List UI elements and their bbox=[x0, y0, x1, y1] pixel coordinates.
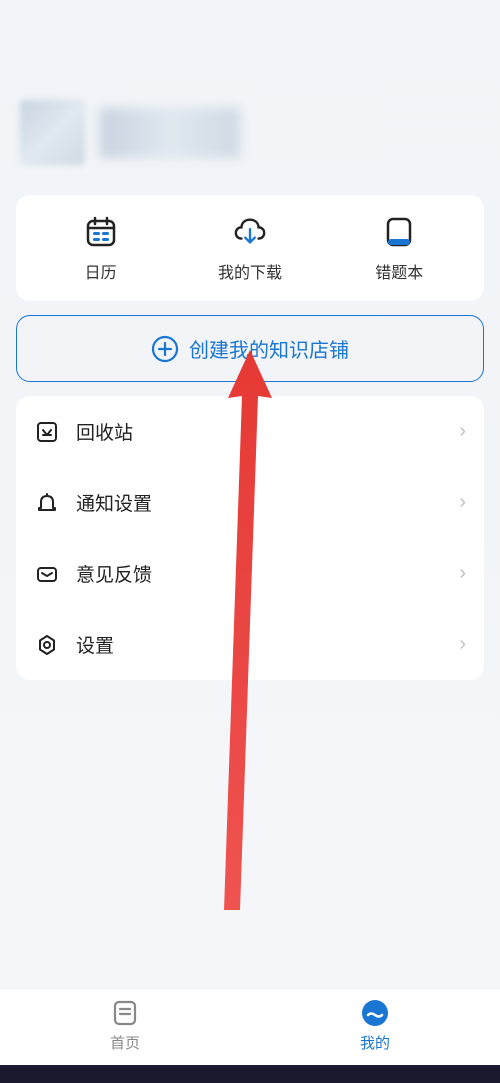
wrongbook-action[interactable]: 错题本 bbox=[349, 215, 449, 283]
feedback-item[interactable]: 意见反馈 › bbox=[16, 538, 484, 609]
recycle-label: 回收站 bbox=[76, 418, 443, 445]
notification-settings-item[interactable]: 通知设置 › bbox=[16, 467, 484, 538]
wrongbook-label: 错题本 bbox=[375, 259, 423, 283]
downloads-label: 我的下载 bbox=[218, 259, 282, 283]
recycle-icon bbox=[34, 419, 60, 445]
chevron-right-icon: › bbox=[459, 491, 466, 514]
feedback-label: 意见反馈 bbox=[76, 560, 443, 587]
user-name[interactable] bbox=[100, 108, 240, 158]
downloads-action[interactable]: 我的下载 bbox=[200, 215, 300, 283]
settings-item[interactable]: 设置 › bbox=[16, 609, 484, 680]
quick-actions-card: 日历 我的下载 错题本 bbox=[16, 195, 484, 301]
plus-circle-icon bbox=[151, 335, 179, 363]
gear-icon bbox=[34, 632, 60, 658]
calendar-icon bbox=[84, 215, 118, 249]
create-store-label: 创建我的知识店铺 bbox=[189, 334, 349, 363]
calendar-action[interactable]: 日历 bbox=[51, 215, 151, 283]
settings-label: 设置 bbox=[76, 631, 443, 658]
chevron-right-icon: › bbox=[459, 633, 466, 656]
profile-header bbox=[0, 0, 500, 195]
bottom-edge bbox=[0, 1065, 500, 1083]
bell-icon bbox=[34, 490, 60, 516]
user-avatar[interactable] bbox=[20, 100, 85, 165]
calendar-label: 日历 bbox=[85, 259, 117, 283]
home-page-icon bbox=[109, 997, 141, 1029]
profile-icon bbox=[359, 997, 391, 1029]
recycle-bin-item[interactable]: 回收站 › bbox=[16, 396, 484, 467]
create-store-button[interactable]: 创建我的知识店铺 bbox=[16, 315, 484, 382]
bottom-navigation: 首页 我的 bbox=[0, 988, 500, 1083]
mail-icon bbox=[34, 561, 60, 587]
notebook-icon bbox=[382, 215, 416, 249]
settings-card: 回收站 › 通知设置 › 意见反馈 › bbox=[16, 396, 484, 680]
chevron-right-icon: › bbox=[459, 420, 466, 443]
nav-home-label: 首页 bbox=[110, 1032, 140, 1053]
notification-label: 通知设置 bbox=[76, 489, 443, 516]
cloud-download-icon bbox=[233, 215, 267, 249]
nav-mine-label: 我的 bbox=[360, 1032, 390, 1053]
chevron-right-icon: › bbox=[459, 562, 466, 585]
